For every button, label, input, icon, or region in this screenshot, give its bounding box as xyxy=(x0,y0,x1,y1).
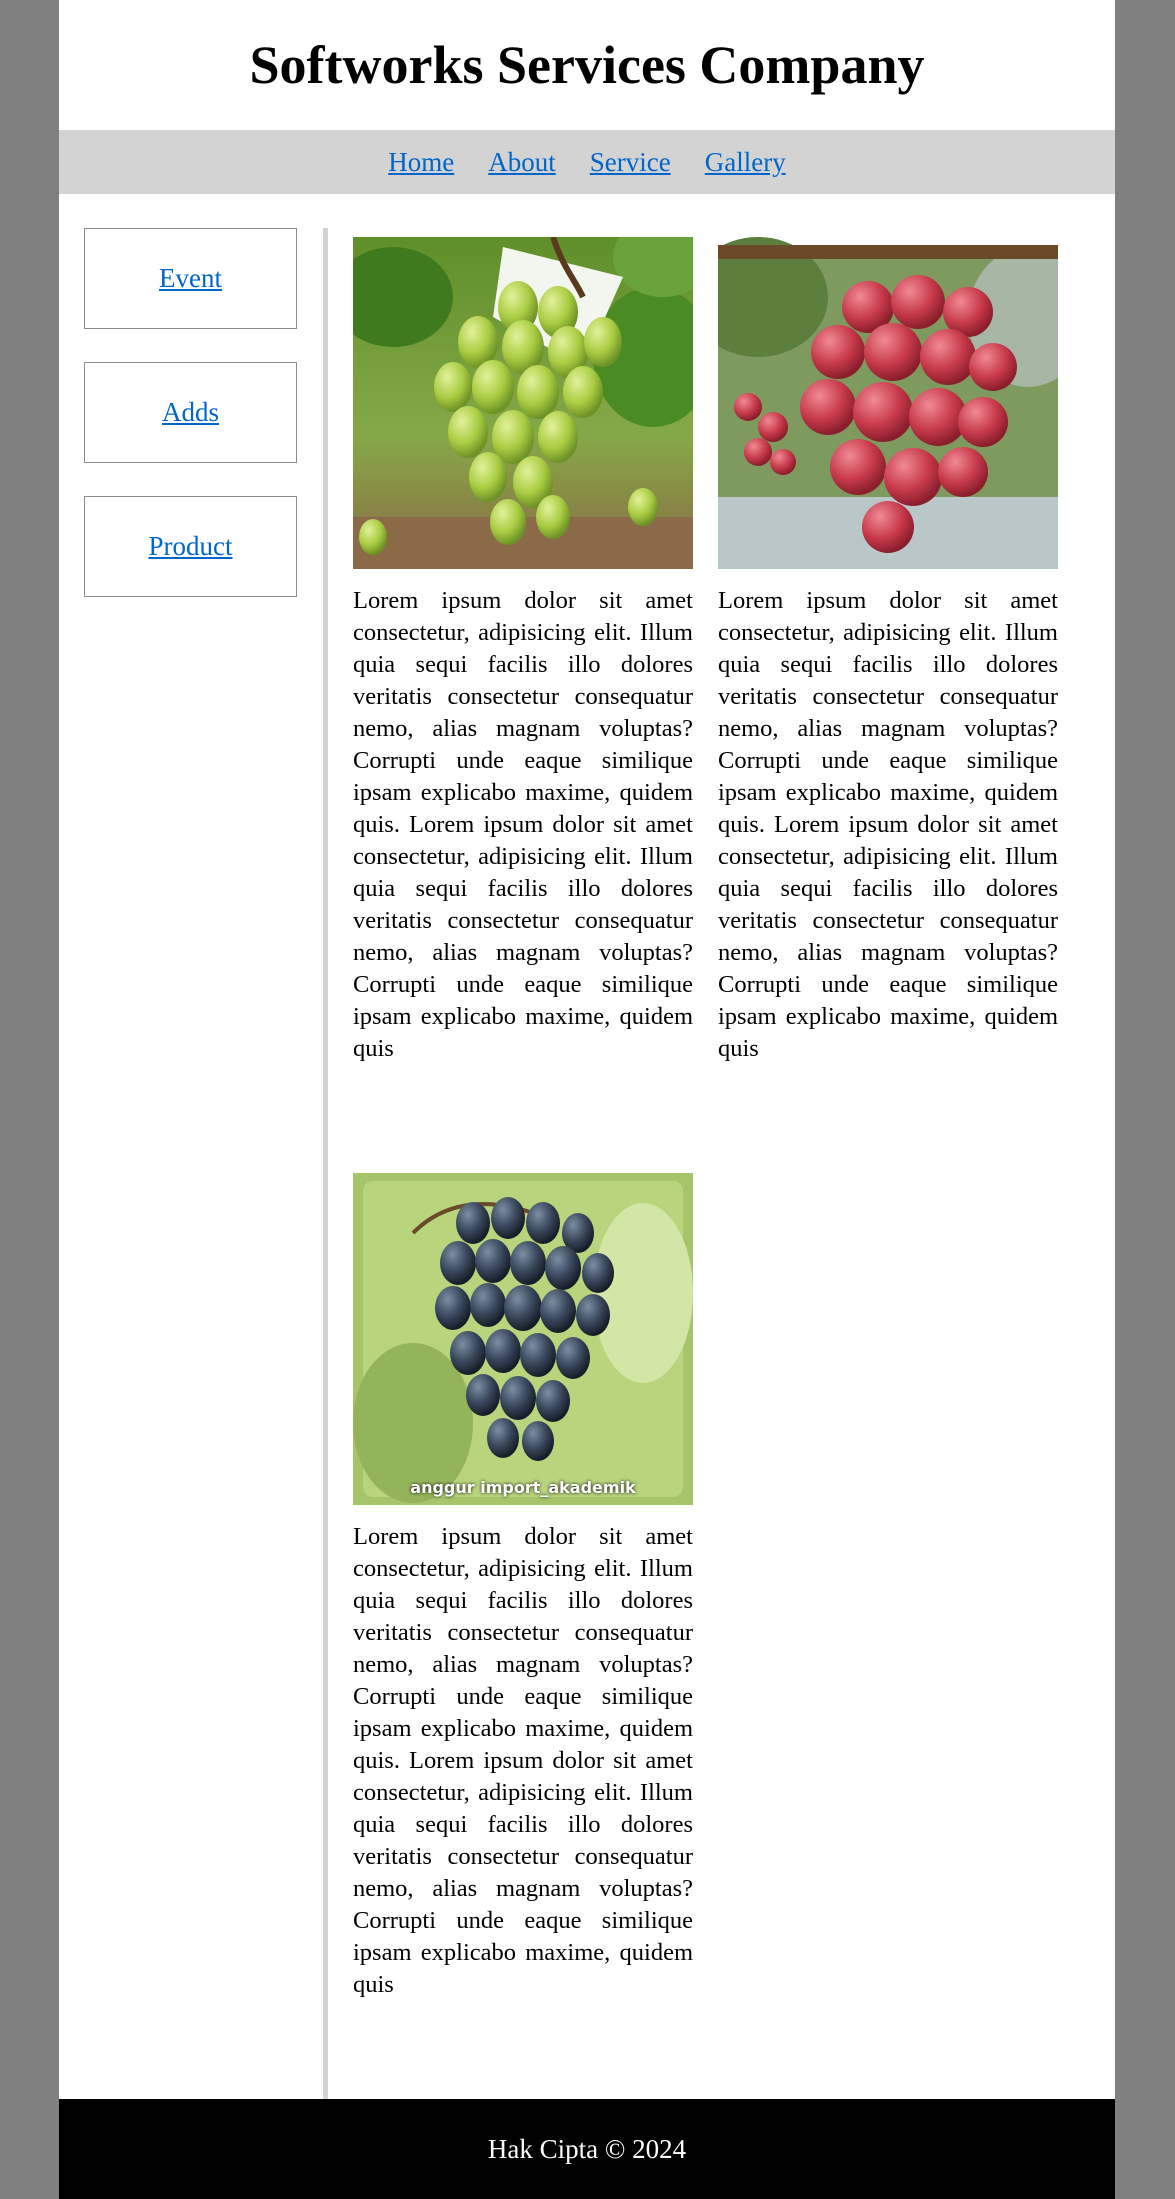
main-nav: Home About Service Gallery xyxy=(59,130,1115,194)
green-grapes-photo xyxy=(353,237,693,569)
sidebar-link-adds[interactable]: Adds xyxy=(162,397,219,428)
nav-link-service[interactable]: Service xyxy=(590,147,671,178)
gallery-card-red-grapes: Lorem ipsum dolor sit amet consectetur, … xyxy=(718,237,1058,1065)
nav-link-gallery[interactable]: Gallery xyxy=(705,147,786,178)
sidebar-divider xyxy=(323,228,328,2099)
footer-copyright: Hak Cipta © 2024 xyxy=(487,2133,687,2164)
site-header: Softworks Services Company xyxy=(59,0,1115,130)
photo-watermark: anggur import_akademik xyxy=(410,1478,636,1497)
sidebar-box-event: Event xyxy=(84,228,297,329)
gallery-card-black-grapes: anggur import_akademik Lorem ipsum dolor… xyxy=(353,1173,693,2001)
black-grapes-photo: anggur import_akademik xyxy=(353,1173,693,1505)
sidebar-box-product: Product xyxy=(84,496,297,597)
gallery-card-green-grapes: Lorem ipsum dolor sit amet consectetur, … xyxy=(353,237,693,1065)
gallery-card-text: Lorem ipsum dolor sit amet consectetur, … xyxy=(353,587,693,1062)
gallery-card-text: Lorem ipsum dolor sit amet consectetur, … xyxy=(718,587,1058,1062)
nav-link-home[interactable]: Home xyxy=(388,147,454,178)
sidebar-link-event[interactable]: Event xyxy=(159,263,222,294)
sidebar-link-product[interactable]: Product xyxy=(149,531,233,562)
page-container: Softworks Services Company Home About Se… xyxy=(59,0,1115,2199)
site-footer: Hak Cipta © 2024 xyxy=(59,2099,1115,2199)
sidebar: Event Adds Product xyxy=(84,228,297,630)
gallery-card-text: Lorem ipsum dolor sit amet consectetur, … xyxy=(353,1523,693,1998)
site-title: Softworks Services Company xyxy=(249,35,925,95)
nav-link-about[interactable]: About xyxy=(488,147,556,178)
sidebar-box-adds: Adds xyxy=(84,362,297,463)
main-content: Event Adds Product Lorem ipsum dolor sit… xyxy=(59,194,1115,2099)
red-grapes-photo xyxy=(718,237,1058,569)
